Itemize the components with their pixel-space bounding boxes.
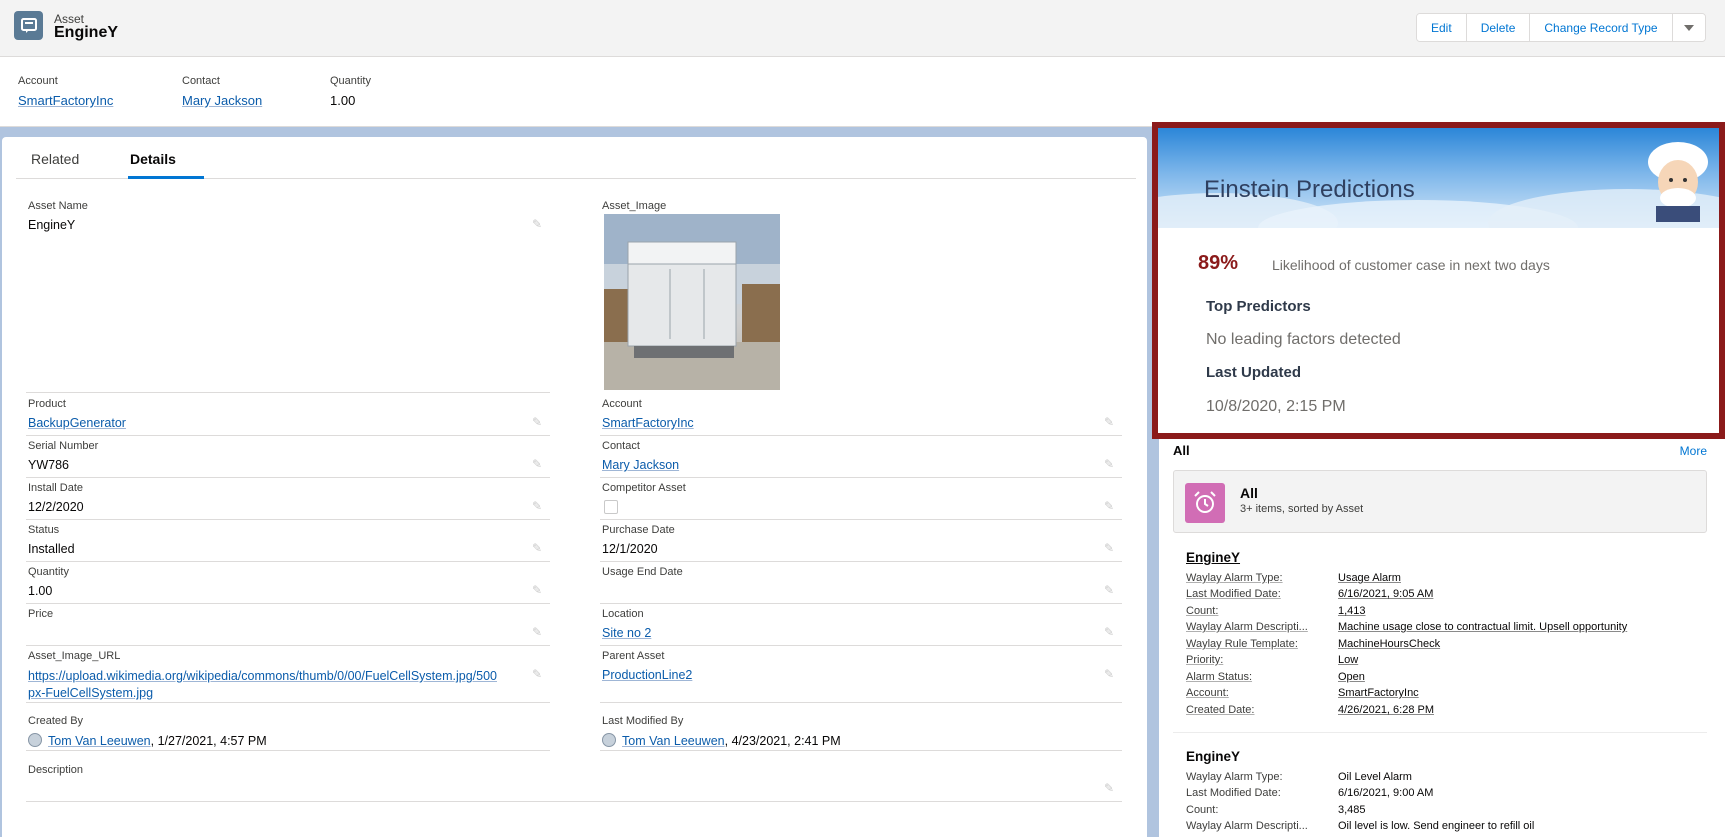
chevron-down-icon: [1683, 24, 1694, 31]
edit-pencil-icon[interactable]: ✎: [1104, 584, 1116, 596]
record-title-link[interactable]: EngineY: [1186, 749, 1240, 764]
record-field-row: Waylay Alarm Type: Oil Level Alarm: [1186, 771, 1412, 783]
field-asset-name: Asset Name EngineY ✎: [26, 196, 550, 393]
change-record-type-button[interactable]: Change Record Type: [1530, 14, 1673, 41]
top-predictors-value: No leading factors detected: [1206, 331, 1401, 348]
field-created-by: Created By Tom Van Leeuwen, 1/27/2021, 4…: [26, 711, 550, 751]
header-actions: Edit Delete Change Record Type: [1416, 13, 1706, 42]
edit-pencil-icon[interactable]: ✎: [1104, 668, 1116, 680]
edit-pencil-icon[interactable]: ✎: [1104, 626, 1116, 638]
record-field-row: Created Date: 4/26/2021, 6:28 PM: [1186, 704, 1435, 716]
highlight-contact-link[interactable]: Mary Jackson: [182, 93, 262, 108]
record-field-row: Priority: Low: [1186, 654, 1359, 666]
asset-object-icon: [14, 11, 43, 40]
edit-pencil-icon[interactable]: ✎: [1104, 542, 1116, 554]
list-view-subtitle: 3+ items, sorted by Asset: [1240, 503, 1364, 515]
asset-image: [604, 214, 780, 390]
record-title: EngineY: [54, 24, 119, 41]
field-location: Location Site no 2 ✎: [600, 604, 1122, 646]
more-actions-button[interactable]: [1672, 14, 1705, 41]
competitor-asset-checkbox[interactable]: [604, 500, 618, 514]
product-link[interactable]: BackupGenerator: [28, 416, 126, 430]
edit-pencil-icon[interactable]: ✎: [1104, 782, 1116, 794]
record-header: Asset EngineY Edit Delete Change Record …: [0, 0, 1725, 57]
field-product: Product BackupGenerator ✎: [26, 394, 550, 436]
created-by-user-link[interactable]: Tom Van Leeuwen: [48, 734, 151, 748]
field-asset-image-url: Asset_Image_URL https://upload.wikimedia…: [26, 646, 550, 703]
top-predictors-heading: Top Predictors: [1206, 298, 1311, 315]
last-modified-by-user-link[interactable]: Tom Van Leeuwen: [622, 734, 725, 748]
field-status: Status Installed ✎: [26, 520, 550, 562]
prediction-description: Likelihood of customer case in next two …: [1272, 257, 1550, 273]
edit-pencil-icon[interactable]: ✎: [532, 542, 544, 554]
edit-pencil-icon[interactable]: ✎: [532, 668, 544, 680]
field-quantity: Quantity 1.00 ✎: [26, 562, 550, 604]
record-field-row: Account: SmartFactoryInc: [1186, 687, 1419, 699]
last-updated-heading: Last Updated: [1206, 364, 1302, 381]
highlight-contact: Contact Mary Jackson: [182, 75, 263, 108]
record-field-row: Count: 3,485: [1186, 804, 1366, 816]
edit-pencil-icon[interactable]: ✎: [532, 500, 544, 512]
record-divider: [1173, 732, 1707, 733]
list-view-header[interactable]: All 3+ items, sorted by Asset: [1173, 470, 1707, 533]
more-link[interactable]: More: [1680, 444, 1707, 458]
field-price: Price ✎: [26, 604, 550, 646]
record-field-row: Waylay Alarm Descripti... Machine usage c…: [1186, 621, 1628, 633]
field-competitor-asset: Competitor Asset ✎: [600, 478, 1122, 520]
related-list-card: All More All 3+ items, sorted by Asset E…: [1159, 439, 1725, 837]
edit-pencil-icon[interactable]: ✎: [1104, 458, 1116, 470]
account-link[interactable]: SmartFactoryInc: [602, 416, 694, 430]
parent-asset-link[interactable]: ProductionLine2: [602, 668, 692, 682]
field-description: Description ✎: [26, 760, 1122, 802]
tab-related[interactable]: Related: [31, 151, 79, 167]
einstein-predictions-card: Einstein Predictions 89% Likelihood of c…: [1152, 122, 1725, 439]
tab-details[interactable]: Details: [130, 151, 176, 167]
record-field-row: Alarm Status: Open: [1186, 671, 1365, 683]
field-usage-end-date: Usage End Date ✎: [600, 562, 1122, 604]
asset-image-url-link[interactable]: https://upload.wikimedia.org/wikipedia/c…: [28, 668, 497, 702]
user-avatar: [602, 733, 616, 747]
user-avatar: [28, 733, 42, 747]
last-updated-value: 10/8/2020, 2:15 PM: [1206, 398, 1346, 415]
field-contact: Contact Mary Jackson ✎: [600, 436, 1122, 478]
active-tab-indicator: [128, 176, 204, 179]
record-title-link[interactable]: EngineY: [1186, 550, 1240, 565]
delete-button[interactable]: Delete: [1466, 14, 1531, 41]
edit-pencil-icon[interactable]: ✎: [532, 584, 544, 596]
related-list-title: All: [1173, 443, 1190, 458]
contact-link[interactable]: Mary Jackson: [602, 458, 679, 472]
edit-pencil-icon[interactable]: ✎: [532, 218, 544, 230]
highlight-quantity: Quantity 1.00: [330, 75, 371, 108]
edit-pencil-icon[interactable]: ✎: [1104, 500, 1116, 512]
prediction-percent: 89%: [1198, 252, 1239, 274]
edit-pencil-icon[interactable]: ✎: [532, 626, 544, 638]
einstein-mascot-icon: [1642, 136, 1714, 222]
field-purchase-date: Purchase Date 12/1/2020 ✎: [600, 520, 1122, 562]
field-parent-asset: Parent Asset ProductionLine2 ✎: [600, 646, 1122, 703]
edit-pencil-icon[interactable]: ✎: [532, 458, 544, 470]
record-field-row: Count: 1,413: [1186, 605, 1366, 617]
field-last-modified-by: Last Modified By Tom Van Leeuwen, 4/23/2…: [600, 711, 1122, 751]
field-account: Account SmartFactoryInc ✎: [600, 394, 1122, 436]
record-field-row: Waylay Rule Template: MachineHoursCheck: [1186, 638, 1441, 650]
einstein-title: Einstein Predictions: [1204, 176, 1415, 203]
record-field-row: Waylay Alarm Type: Usage Alarm: [1186, 572, 1401, 584]
highlight-account: Account SmartFactoryInc: [18, 75, 114, 108]
field-install-date: Install Date 12/2/2020 ✎: [26, 478, 550, 520]
location-link[interactable]: Site no 2: [602, 626, 651, 640]
record-field-row: Last Modified Date: 6/16/2021, 9:05 AM: [1186, 588, 1434, 600]
record-field-row: Waylay Alarm Descripti... Oil level is lo…: [1186, 820, 1535, 832]
record-field-row: Last Modified Date: 6/16/2021, 9:00 AM: [1186, 787, 1434, 799]
edit-button[interactable]: Edit: [1417, 14, 1467, 41]
highlight-account-link[interactable]: SmartFactoryInc: [18, 93, 113, 108]
list-view-title: All: [1240, 485, 1258, 501]
field-serial-number: Serial Number YW786 ✎: [26, 436, 550, 478]
edit-pencil-icon[interactable]: ✎: [1104, 416, 1116, 428]
highlights-panel: Account SmartFactoryInc Contact Mary Jac…: [0, 57, 1725, 127]
record-tabs: Related Details: [16, 137, 1136, 179]
edit-pencil-icon[interactable]: ✎: [532, 416, 544, 428]
alarm-clock-icon: [1185, 483, 1225, 523]
